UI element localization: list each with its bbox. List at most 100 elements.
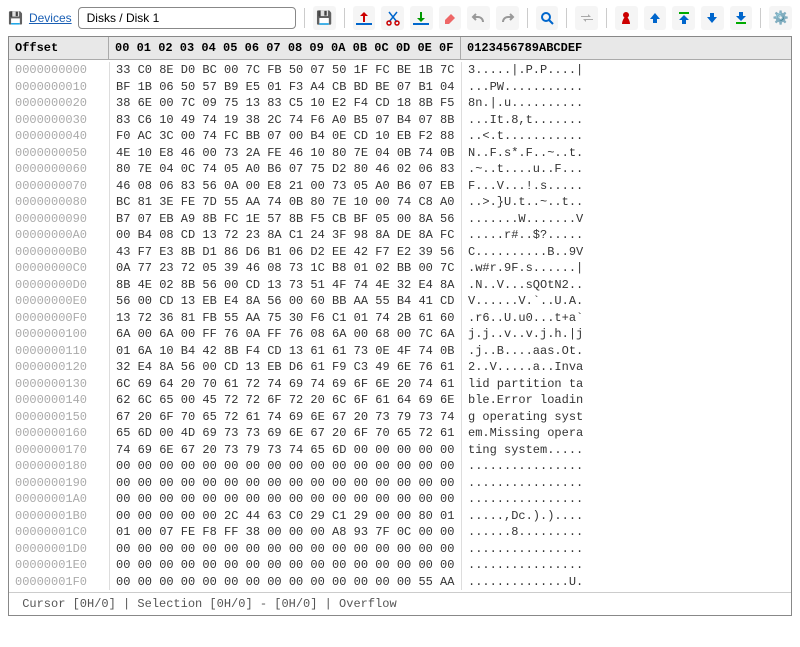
ascii-cell[interactable]: ...PW........... bbox=[461, 79, 621, 96]
bytes-cell[interactable]: 80 7E 04 0C 74 05 A0 B6 07 75 D2 80 46 0… bbox=[109, 161, 461, 178]
ascii-cell[interactable]: 2..V.....a..Inva bbox=[461, 359, 621, 376]
bytes-cell[interactable]: B7 07 EB A9 8B FC 1E 57 8B F5 CB BF 05 0… bbox=[109, 211, 461, 228]
save-button[interactable]: 💾 bbox=[313, 6, 336, 30]
ascii-cell[interactable]: N..F.s*.F..~..t. bbox=[461, 145, 621, 162]
hex-row[interactable]: 00000000E056 00 CD 13 EB E4 8A 56 00 60 … bbox=[9, 293, 791, 310]
bytes-cell[interactable]: 74 69 6E 67 20 73 79 73 74 65 6D 00 00 0… bbox=[109, 442, 461, 459]
ascii-cell[interactable]: .....,Dc.).).... bbox=[461, 508, 621, 525]
ascii-cell[interactable]: ................ bbox=[461, 458, 621, 475]
ascii-cell[interactable]: V......V.`..U.A. bbox=[461, 293, 621, 310]
hex-row[interactable]: 000000014062 6C 65 00 45 72 72 6F 72 20 … bbox=[9, 392, 791, 409]
bytes-cell[interactable]: 00 00 00 00 00 00 00 00 00 00 00 00 00 0… bbox=[109, 458, 461, 475]
bytes-cell[interactable]: 00 00 00 00 00 2C 44 63 C0 29 C1 29 00 0… bbox=[109, 508, 461, 525]
ascii-cell[interactable]: ................ bbox=[461, 475, 621, 492]
ascii-cell[interactable]: ................ bbox=[461, 491, 621, 508]
hex-row[interactable]: 00000000504E 10 E8 46 00 73 2A FE 46 10 … bbox=[9, 145, 791, 162]
ascii-cell[interactable]: ................ bbox=[461, 541, 621, 558]
pagedown-button[interactable] bbox=[730, 6, 753, 30]
up-button[interactable] bbox=[644, 6, 667, 30]
hex-row[interactable]: 00000001A000 00 00 00 00 00 00 00 00 00 … bbox=[9, 491, 791, 508]
hex-row[interactable]: 00000001B000 00 00 00 00 2C 44 63 C0 29 … bbox=[9, 508, 791, 525]
bytes-cell[interactable]: 00 00 00 00 00 00 00 00 00 00 00 00 00 0… bbox=[109, 491, 461, 508]
hex-row[interactable]: 000000017074 69 6E 67 20 73 79 73 74 65 … bbox=[9, 442, 791, 459]
erase-button[interactable] bbox=[439, 6, 462, 30]
ascii-cell[interactable]: g operating syst bbox=[461, 409, 621, 426]
hex-row[interactable]: 000000018000 00 00 00 00 00 00 00 00 00 … bbox=[9, 458, 791, 475]
hex-row[interactable]: 00000001E000 00 00 00 00 00 00 00 00 00 … bbox=[9, 557, 791, 574]
hex-row[interactable]: 0000000040F0 AC 3C 00 74 FC BB 07 00 B4 … bbox=[9, 128, 791, 145]
hex-row[interactable]: 0000000010BF 1B 06 50 57 B9 E5 01 F3 A4 … bbox=[9, 79, 791, 96]
bytes-cell[interactable]: 38 6E 00 7C 09 75 13 83 C5 10 E2 F4 CD 1… bbox=[109, 95, 461, 112]
hex-row[interactable]: 000000007046 08 06 83 56 0A 00 E8 21 00 … bbox=[9, 178, 791, 195]
ascii-cell[interactable]: .~..t....u..F... bbox=[461, 161, 621, 178]
hex-row[interactable]: 00000000A000 B4 08 CD 13 72 23 8A C1 24 … bbox=[9, 227, 791, 244]
ascii-cell[interactable]: em.Missing opera bbox=[461, 425, 621, 442]
ascii-cell[interactable]: .w#r.9F.s......| bbox=[461, 260, 621, 277]
hex-row[interactable]: 00000001006A 00 6A 00 FF 76 0A FF 76 08 … bbox=[9, 326, 791, 343]
ascii-cell[interactable]: .r6..U.u0...t+a` bbox=[461, 310, 621, 327]
hex-row[interactable]: 00000000D08B 4E 02 8B 56 00 CD 13 73 51 … bbox=[9, 277, 791, 294]
ascii-cell[interactable]: ..<.t........... bbox=[461, 128, 621, 145]
ascii-cell[interactable]: ..>.}U.t..~..t.. bbox=[461, 194, 621, 211]
ascii-cell[interactable]: lid partition ta bbox=[461, 376, 621, 393]
ascii-cell[interactable]: .....r#..$?..... bbox=[461, 227, 621, 244]
bytes-cell[interactable]: 67 20 6F 70 65 72 61 74 69 6E 67 20 73 7… bbox=[109, 409, 461, 426]
search-button[interactable] bbox=[536, 6, 559, 30]
bookmark-button[interactable] bbox=[615, 6, 638, 30]
redo-button[interactable] bbox=[496, 6, 519, 30]
pageup-button[interactable] bbox=[672, 6, 695, 30]
hex-row[interactable]: 00000000F013 72 36 81 FB 55 AA 75 30 F6 … bbox=[9, 310, 791, 327]
bytes-cell[interactable]: 62 6C 65 00 45 72 72 6F 72 20 6C 6F 61 6… bbox=[109, 392, 461, 409]
ascii-cell[interactable]: ble.Error loadin bbox=[461, 392, 621, 409]
ascii-cell[interactable]: 8n.|.u.......... bbox=[461, 95, 621, 112]
bytes-cell[interactable]: 01 6A 10 B4 42 8B F4 CD 13 61 61 73 0E 4… bbox=[109, 343, 461, 360]
ascii-cell[interactable]: ..............U. bbox=[461, 574, 621, 591]
bytes-cell[interactable]: 46 08 06 83 56 0A 00 E8 21 00 73 05 A0 B… bbox=[109, 178, 461, 195]
goto-button[interactable] bbox=[575, 6, 598, 30]
bytes-cell[interactable]: 32 E4 8A 56 00 CD 13 EB D6 61 F9 C3 49 6… bbox=[109, 359, 461, 376]
bytes-cell[interactable]: 00 00 00 00 00 00 00 00 00 00 00 00 00 0… bbox=[109, 574, 461, 591]
bytes-cell[interactable]: 00 00 00 00 00 00 00 00 00 00 00 00 00 0… bbox=[109, 475, 461, 492]
hex-row[interactable]: 00000001C001 00 07 FE F8 FF 38 00 00 00 … bbox=[9, 524, 791, 541]
hex-row[interactable]: 000000002038 6E 00 7C 09 75 13 83 C5 10 … bbox=[9, 95, 791, 112]
bytes-cell[interactable]: BF 1B 06 50 57 B9 E5 01 F3 A4 CB BD BE 0… bbox=[109, 79, 461, 96]
bytes-cell[interactable]: 00 00 00 00 00 00 00 00 00 00 00 00 00 0… bbox=[109, 541, 461, 558]
bytes-cell[interactable]: F0 AC 3C 00 74 FC BB 07 00 B4 0E CD 10 E… bbox=[109, 128, 461, 145]
hex-row[interactable]: 00000001D000 00 00 00 00 00 00 00 00 00 … bbox=[9, 541, 791, 558]
hex-row[interactable]: 000000003083 C6 10 49 74 19 38 2C 74 F6 … bbox=[9, 112, 791, 129]
ascii-cell[interactable]: j.j..v..v.j.h.|j bbox=[461, 326, 621, 343]
ascii-cell[interactable]: 3.....|.P.P....| bbox=[461, 62, 621, 79]
bytes-cell[interactable]: 13 72 36 81 FB 55 AA 75 30 F6 C1 01 74 2… bbox=[109, 310, 461, 327]
ascii-cell[interactable]: .......W.......V bbox=[461, 211, 621, 228]
ascii-cell[interactable]: F...V...!.s..... bbox=[461, 178, 621, 195]
bytes-cell[interactable]: 01 00 07 FE F8 FF 38 00 00 00 A8 93 7F 0… bbox=[109, 524, 461, 541]
hex-row[interactable]: 000000000033 C0 8E D0 BC 00 7C FB 50 07 … bbox=[9, 62, 791, 79]
cut-button[interactable] bbox=[381, 6, 404, 30]
hex-row[interactable]: 00000000B043 F7 E3 8B D1 86 D6 B1 06 D2 … bbox=[9, 244, 791, 261]
bytes-cell[interactable]: 00 B4 08 CD 13 72 23 8A C1 24 3F 98 8A D… bbox=[109, 227, 461, 244]
ascii-cell[interactable]: ting system..... bbox=[461, 442, 621, 459]
hex-row[interactable]: 00000001F000 00 00 00 00 00 00 00 00 00 … bbox=[9, 574, 791, 591]
hex-row[interactable]: 000000019000 00 00 00 00 00 00 00 00 00 … bbox=[9, 475, 791, 492]
down-button[interactable] bbox=[701, 6, 724, 30]
bytes-cell[interactable]: 83 C6 10 49 74 19 38 2C 74 F6 A0 B5 07 B… bbox=[109, 112, 461, 129]
ascii-cell[interactable]: ...It.8,t....... bbox=[461, 112, 621, 129]
bytes-cell[interactable]: 6C 69 64 20 70 61 72 74 69 74 69 6F 6E 2… bbox=[109, 376, 461, 393]
settings-button[interactable]: ⚙️ bbox=[769, 6, 792, 30]
hex-row[interactable]: 000000012032 E4 8A 56 00 CD 13 EB D6 61 … bbox=[9, 359, 791, 376]
bytes-cell[interactable]: 43 F7 E3 8B D1 86 D6 B1 06 D2 EE 42 F7 E… bbox=[109, 244, 461, 261]
hex-body[interactable]: 000000000033 C0 8E D0 BC 00 7C FB 50 07 … bbox=[9, 60, 791, 592]
bytes-cell[interactable]: 4E 10 E8 46 00 73 2A FE 46 10 80 7E 04 0… bbox=[109, 145, 461, 162]
ascii-cell[interactable]: ................ bbox=[461, 557, 621, 574]
hex-row[interactable]: 000000006080 7E 04 0C 74 05 A0 B6 07 75 … bbox=[9, 161, 791, 178]
hex-row[interactable]: 00000000C00A 77 23 72 05 39 46 08 73 1C … bbox=[9, 260, 791, 277]
undo-button[interactable] bbox=[467, 6, 490, 30]
bytes-cell[interactable]: BC 81 3E FE 7D 55 AA 74 0B 80 7E 10 00 7… bbox=[109, 194, 461, 211]
ascii-cell[interactable]: .N..V...sQOtN2.. bbox=[461, 277, 621, 294]
bytes-cell[interactable]: 0A 77 23 72 05 39 46 08 73 1C B8 01 02 B… bbox=[109, 260, 461, 277]
hex-row[interactable]: 000000011001 6A 10 B4 42 8B F4 CD 13 61 … bbox=[9, 343, 791, 360]
bytes-cell[interactable]: 65 6D 00 4D 69 73 73 69 6E 67 20 6F 70 6… bbox=[109, 425, 461, 442]
bytes-cell[interactable]: 56 00 CD 13 EB E4 8A 56 00 60 BB AA 55 B… bbox=[109, 293, 461, 310]
devices-link[interactable]: Devices bbox=[29, 11, 72, 25]
ascii-cell[interactable]: ......8......... bbox=[461, 524, 621, 541]
